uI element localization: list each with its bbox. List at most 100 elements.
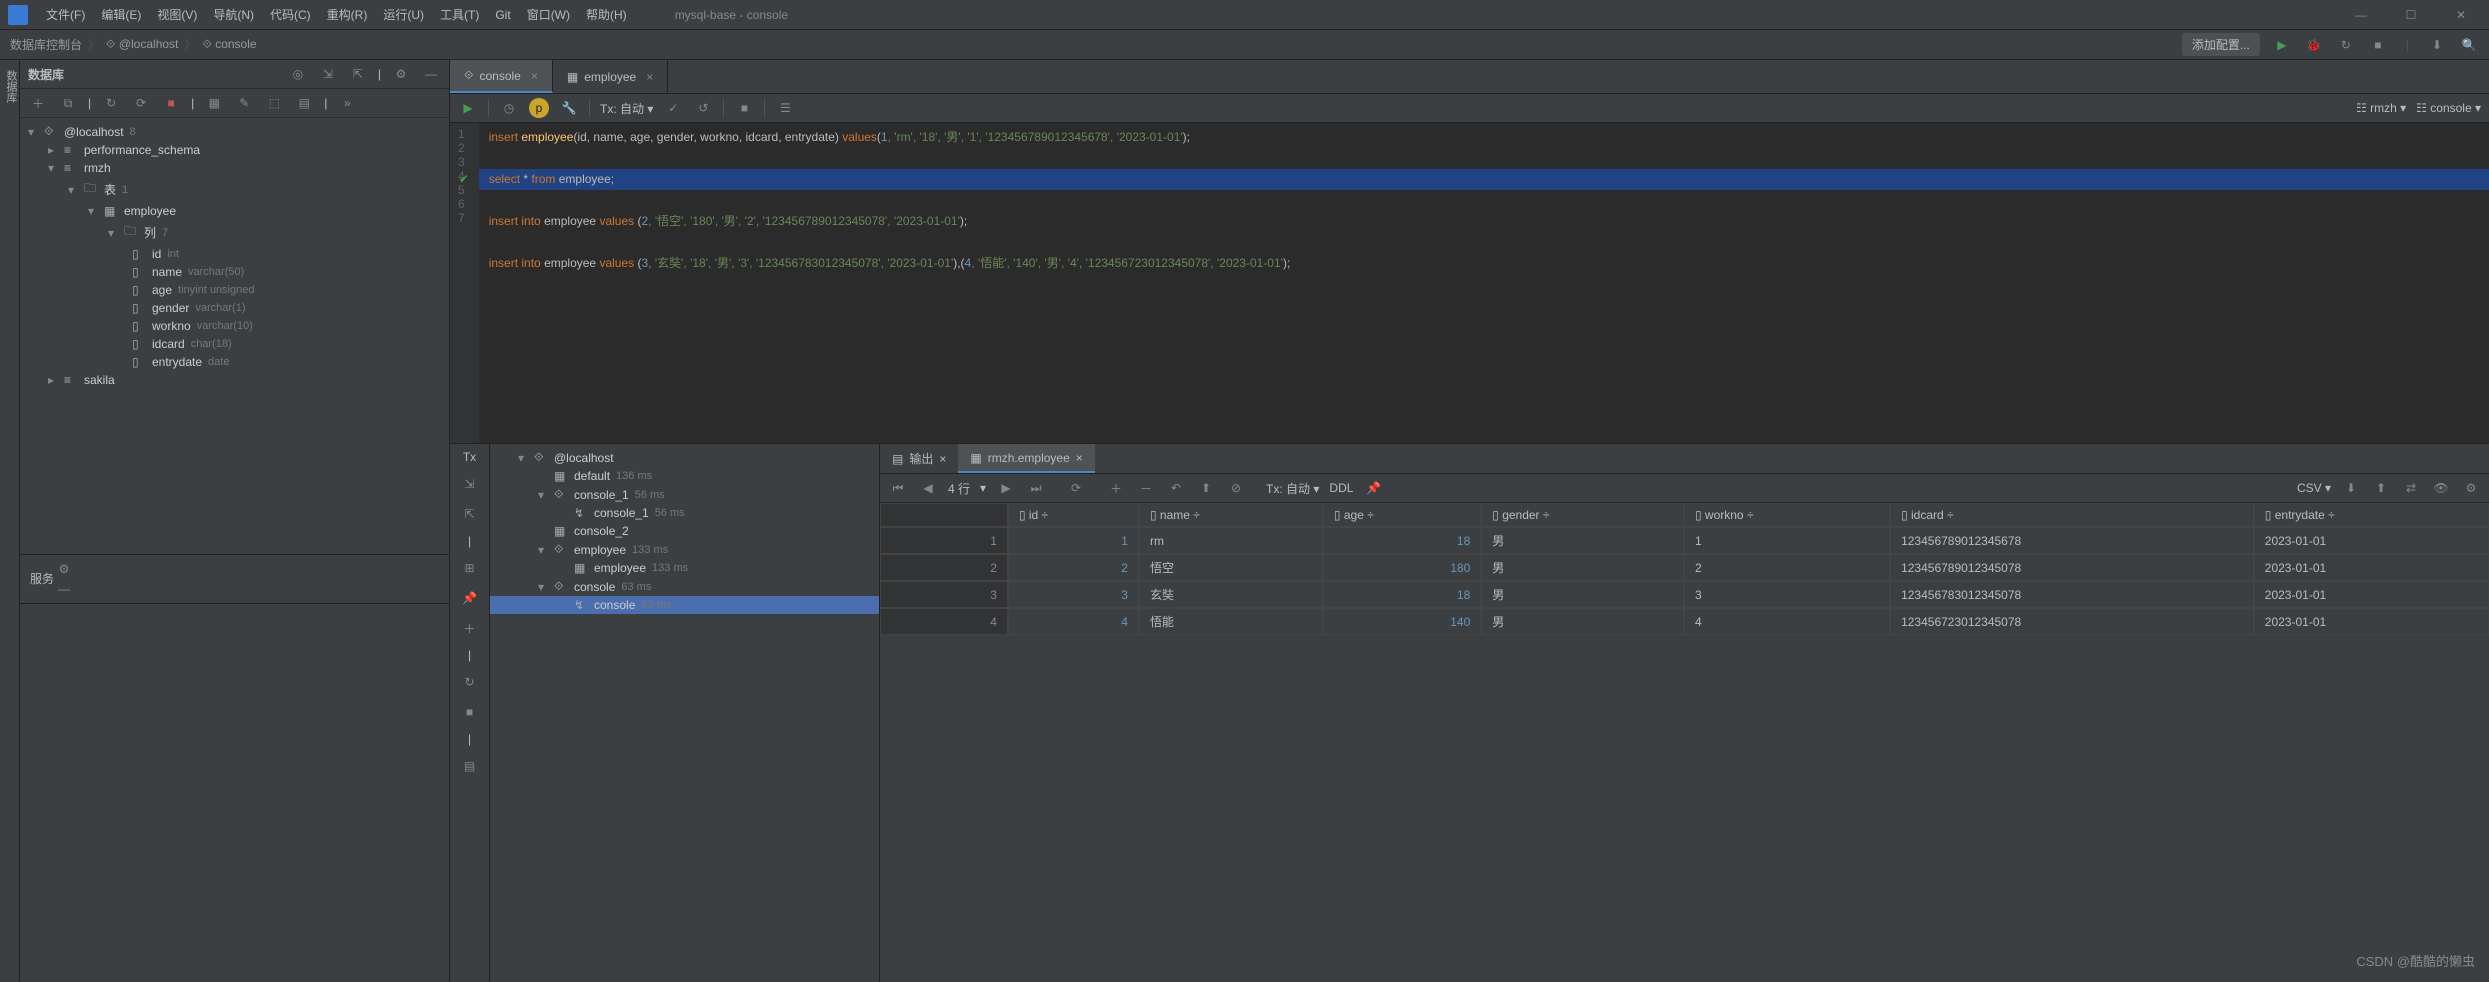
menu-refactor[interactable]: 重构(R) [319, 6, 376, 23]
menu-edit[interactable]: 编辑(E) [93, 6, 149, 23]
table-icon[interactable]: ▦ [204, 93, 224, 113]
add-row-icon[interactable]: ＋ [1106, 478, 1126, 498]
add-icon[interactable]: ＋ [460, 618, 480, 638]
stop-icon[interactable]: ■ [161, 93, 181, 113]
table-row[interactable]: 44悟能140男41234567230123450782023-01-01 [880, 608, 2489, 635]
menu-window[interactable]: 窗口(W) [519, 6, 578, 23]
code-editor[interactable]: 1234567 insert employee(id, name, age, g… [450, 123, 2489, 443]
service-node[interactable]: ▾⟐employee133 ms [490, 540, 879, 559]
col-header[interactable]: ▯ gender ÷ [1481, 503, 1684, 527]
remove-row-icon[interactable]: － [1136, 478, 1156, 498]
pin-icon[interactable]: 📌 [1363, 478, 1383, 498]
tree-column[interactable]: ▯gendervarchar(1) [20, 299, 449, 317]
menu-help[interactable]: 帮助(H) [578, 6, 635, 23]
tree-schema[interactable]: ▸≡performance_schema [20, 141, 449, 159]
hide-icon[interactable]: — [54, 579, 74, 599]
rerun-icon[interactable]: ↻ [2336, 35, 2356, 55]
tree-tables[interactable]: ▾🗀表1 [20, 177, 449, 202]
result-tab[interactable]: ▦ rmzh.employee × [958, 444, 1094, 473]
tree-column[interactable]: ▯agetinyint unsigned [20, 281, 449, 299]
service-node[interactable]: ▾⟐@localhost [490, 448, 879, 467]
menu-nav[interactable]: 导航(N) [205, 6, 262, 23]
sync-icon[interactable]: ⟳ [131, 93, 151, 113]
menu-tools[interactable]: 工具(T) [432, 6, 487, 23]
close-icon[interactable]: × [531, 69, 538, 83]
gear-icon[interactable]: ⚙ [2461, 478, 2481, 498]
tree-column[interactable]: ▯namevarchar(50) [20, 263, 449, 281]
grid-icon[interactable]: ⊞ [460, 558, 480, 578]
rerun-icon[interactable]: ↻ [460, 672, 480, 692]
compare-icon[interactable]: ⇄ [2401, 478, 2421, 498]
csv-dropdown[interactable]: CSV ▾ [2297, 481, 2331, 495]
service-node[interactable]: ▾⟐console63 ms [490, 577, 879, 596]
target-icon[interactable]: ◎ [288, 64, 308, 84]
tree-column[interactable]: ▯idcardchar(18) [20, 335, 449, 353]
close-icon[interactable]: × [646, 70, 653, 84]
tree-host[interactable]: ▾⟐@localhost8 [20, 122, 449, 141]
breadcrumb-item[interactable]: ⟐ console [202, 37, 256, 52]
tx-icon[interactable]: Tx [463, 450, 476, 464]
import-icon[interactable]: ⬆ [2371, 478, 2391, 498]
layout-icon[interactable]: ▤ [460, 756, 480, 776]
stop-icon[interactable]: ■ [460, 702, 480, 722]
revert-icon[interactable]: ↶ [1166, 478, 1186, 498]
output-tab[interactable]: ▤ 输出 × [880, 444, 958, 473]
col-header[interactable]: ▯ name ÷ [1139, 503, 1323, 527]
ddl-button[interactable]: DDL [1329, 481, 1353, 495]
tree-column[interactable]: ▯entrydatedate [20, 353, 449, 371]
debug-icon[interactable]: 🐞 [2304, 35, 2324, 55]
add-config-button[interactable]: 添加配置... [2182, 33, 2260, 56]
col-header[interactable]: ▯ id ÷ [1008, 503, 1139, 527]
col-header[interactable]: ▯ idcard ÷ [1890, 503, 2254, 527]
more-icon[interactable]: » [337, 93, 357, 113]
next-icon[interactable]: ▶ [996, 478, 1016, 498]
edit-icon[interactable]: ✎ [234, 93, 254, 113]
expand-icon[interactable]: ⇲ [318, 64, 338, 84]
minimize-icon[interactable]: — [2351, 5, 2371, 25]
menu-git[interactable]: Git [487, 8, 518, 22]
gear-icon[interactable]: ⚙ [391, 64, 411, 84]
table-row[interactable]: 11rm18男11234567890123456782023-01-01 [880, 527, 2489, 554]
menu-run[interactable]: 运行(U) [375, 6, 432, 23]
menu-file[interactable]: 文件(F) [38, 6, 93, 23]
refresh-icon[interactable]: ⟳ [1066, 478, 1086, 498]
export-icon[interactable]: ⬇ [2341, 478, 2361, 498]
collapse-icon[interactable]: ⇱ [460, 504, 480, 524]
copy-icon[interactable]: ⧉ [58, 93, 78, 113]
tab-employee[interactable]: ▦employee× [553, 60, 668, 93]
tx-mode[interactable]: Tx: 自动 ▾ [600, 100, 653, 117]
diagram-icon[interactable]: ⬚ [264, 93, 284, 113]
pin-icon[interactable]: 📌 [460, 588, 480, 608]
add-icon[interactable]: ＋ [28, 93, 48, 113]
commit-icon[interactable]: ⬆ [1196, 478, 1216, 498]
last-icon[interactable]: ⏭ [1026, 478, 1046, 498]
tree-column[interactable]: ▯idint [20, 245, 449, 263]
table-row[interactable]: 22悟空180男21234567890123450782023-01-01 [880, 554, 2489, 581]
schema-badge[interactable]: ☷ rmzh ▾ [2356, 101, 2406, 115]
cancel-icon[interactable]: ⊘ [1226, 478, 1246, 498]
breadcrumb-item[interactable]: ⟐ @localhost [106, 37, 178, 52]
rollback-icon[interactable]: ↺ [693, 98, 713, 118]
collapse-icon[interactable]: ⇱ [348, 64, 368, 84]
service-node[interactable]: ▦employee133 ms [490, 559, 879, 577]
tree-schema[interactable]: ▾≡rmzh [20, 159, 449, 177]
hide-icon[interactable]: — [421, 64, 441, 84]
tab-console[interactable]: ⟐console× [450, 60, 553, 93]
col-header[interactable]: ▯ workno ÷ [1684, 503, 1890, 527]
session-badge[interactable]: ☷ console ▾ [2416, 101, 2481, 115]
stop-icon[interactable]: ■ [734, 98, 754, 118]
tree-columns[interactable]: ▾🗀列7 [20, 220, 449, 245]
menu-code[interactable]: 代码(C) [262, 6, 319, 23]
console-icon[interactable]: ▤ [294, 93, 314, 113]
commit-icon[interactable]: ✓ [663, 98, 683, 118]
layout-icon[interactable]: ☰ [775, 98, 795, 118]
result-grid[interactable]: ▯ id ÷ ▯ name ÷ ▯ age ÷ ▯ gender ÷ ▯ wor… [880, 503, 2489, 635]
col-header[interactable]: ▯ age ÷ [1323, 503, 1481, 527]
explain-icon[interactable]: p [529, 98, 549, 118]
menu-view[interactable]: 视图(V) [149, 6, 205, 23]
service-node[interactable]: ▾⟐console_156 ms [490, 485, 879, 504]
service-node[interactable]: ↯console63 ms [490, 596, 879, 614]
table-row[interactable]: 33玄奘18男31234567830123450782023-01-01 [880, 581, 2489, 608]
service-node[interactable]: ▦default136 ms [490, 467, 879, 485]
service-node[interactable]: ↯console_156 ms [490, 504, 879, 522]
